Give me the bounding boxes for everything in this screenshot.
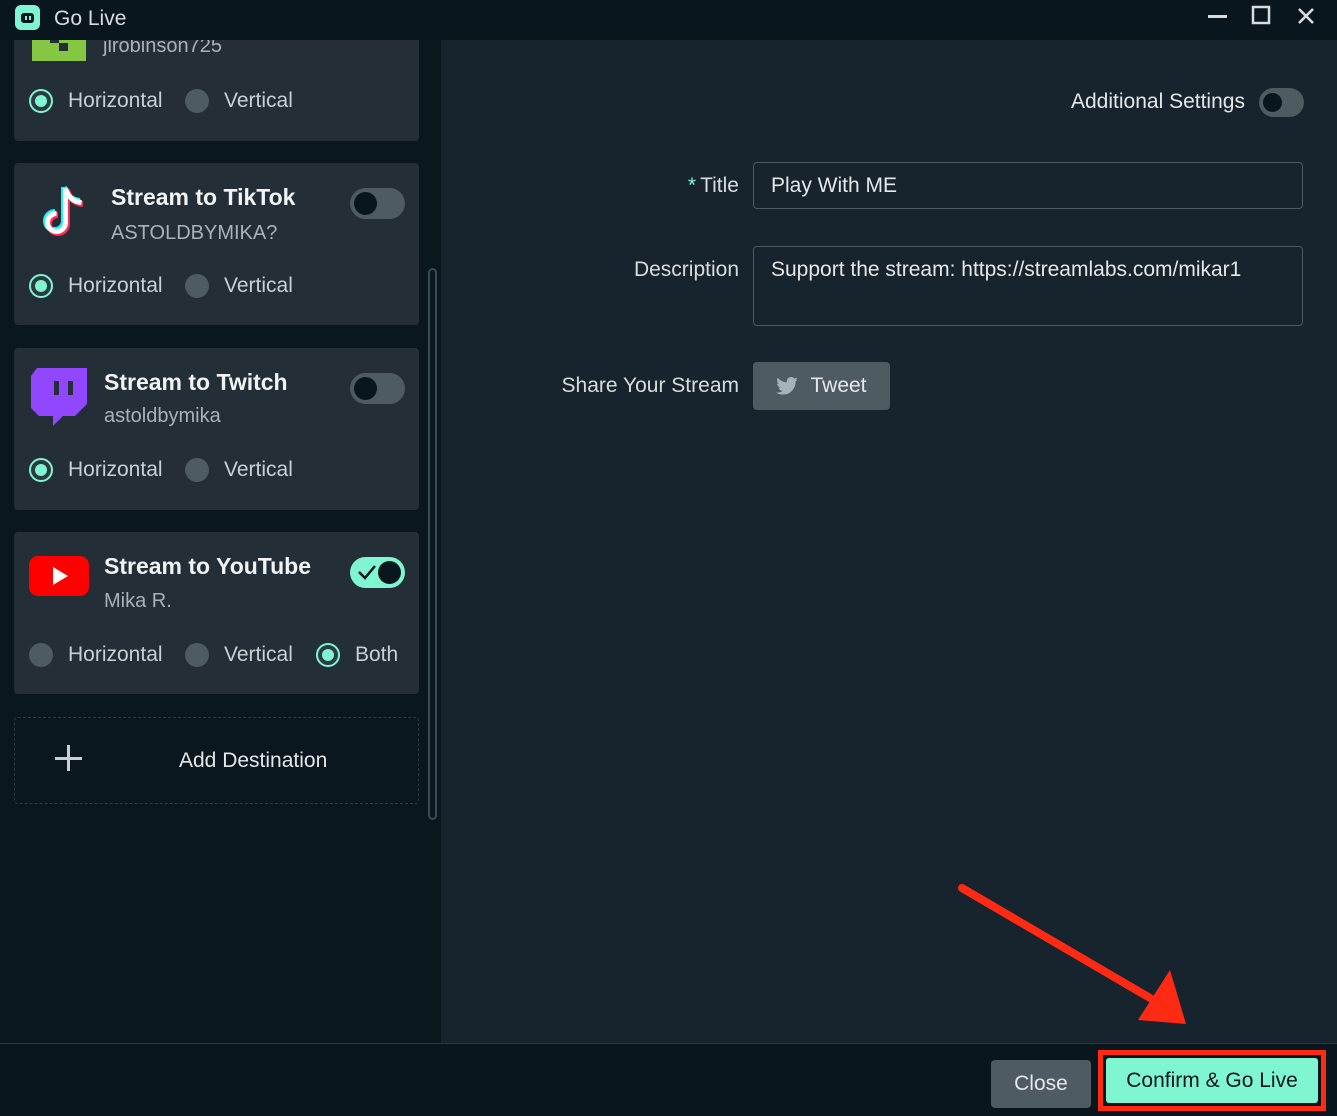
destination-card-tiktok: Stream to TikTok ASTOLDBYMIKA? Horizonta… bbox=[14, 163, 419, 325]
window-title: Go Live bbox=[54, 7, 127, 30]
layout-radio-horizontal[interactable]: Horizontal bbox=[29, 643, 163, 667]
destination-card-youtube: Stream to YouTube Mika R. Horizontal Ver… bbox=[14, 532, 419, 694]
destination-toggle-twitch[interactable] bbox=[350, 373, 405, 404]
streamlabs-logo-icon bbox=[15, 5, 40, 30]
annotation-arrow-icon bbox=[958, 884, 1186, 1024]
description-input[interactable]: Support the stream: https://streamlabs.c… bbox=[753, 246, 1303, 326]
youtube-logo-icon bbox=[29, 556, 89, 596]
tweet-button[interactable]: Tweet bbox=[753, 362, 890, 410]
layout-radio-horizontal[interactable]: Horizontal bbox=[29, 89, 163, 113]
confirm-highlight-box: Confirm & Go Live bbox=[1098, 1050, 1326, 1111]
additional-settings-toggle[interactable] bbox=[1259, 88, 1304, 117]
footer-bar: Close Confirm & Go Live bbox=[0, 1043, 1337, 1116]
add-destination-button[interactable]: Add Destination bbox=[14, 717, 419, 804]
destination-toggle-tiktok[interactable] bbox=[350, 188, 405, 219]
share-stream-label: Share Your Stream bbox=[561, 374, 739, 397]
twitter-bird-icon bbox=[776, 377, 799, 395]
destination-title: Stream to TikTok bbox=[111, 184, 296, 210]
destination-toggle-youtube[interactable] bbox=[350, 557, 405, 588]
required-marker: * bbox=[687, 174, 697, 197]
destination-username: ASTOLDBYMIKA? bbox=[111, 222, 278, 244]
minimize-icon[interactable] bbox=[1197, 3, 1237, 33]
destination-card-rumble: jlrobinson725 Horizontal Vertical bbox=[14, 40, 419, 141]
destination-title: Stream to Twitch bbox=[104, 369, 288, 395]
layout-radio-horizontal[interactable]: Horizontal bbox=[29, 274, 163, 298]
title-label: * Title bbox=[687, 174, 739, 197]
sidebar-scrollbar[interactable] bbox=[428, 268, 437, 820]
destination-username: Mika R. bbox=[104, 590, 172, 612]
close-icon[interactable] bbox=[1286, 3, 1326, 33]
layout-radio-both[interactable]: Both bbox=[316, 643, 398, 667]
close-button[interactable]: Close bbox=[991, 1060, 1091, 1108]
tiktok-logo-icon bbox=[43, 185, 84, 236]
destination-card-twitch: Stream to Twitch astoldbymika Horizontal… bbox=[14, 348, 419, 510]
destinations-sidebar[interactable]: jlrobinson725 Horizontal Vertical Stream… bbox=[0, 40, 441, 1043]
layout-radio-horizontal[interactable]: Horizontal bbox=[29, 458, 163, 482]
rumble-logo-icon bbox=[32, 40, 86, 61]
destination-title: Stream to YouTube bbox=[104, 553, 312, 579]
layout-radio-vertical[interactable]: Vertical bbox=[185, 458, 293, 482]
confirm-go-live-button[interactable]: Confirm & Go Live bbox=[1106, 1058, 1318, 1103]
checkmark-icon bbox=[358, 565, 376, 580]
destination-username: astoldbymika bbox=[104, 405, 221, 427]
add-destination-label: Add Destination bbox=[179, 749, 328, 772]
layout-radio-vertical[interactable]: Vertical bbox=[185, 89, 293, 113]
layout-radio-vertical[interactable]: Vertical bbox=[185, 643, 293, 667]
additional-settings-label: Additional Settings bbox=[1071, 90, 1245, 113]
title-bar: Go Live bbox=[0, 0, 1337, 40]
layout-radio-vertical[interactable]: Vertical bbox=[185, 274, 293, 298]
maximize-icon[interactable] bbox=[1241, 3, 1281, 33]
description-label: Description bbox=[633, 258, 739, 281]
title-input[interactable] bbox=[753, 162, 1303, 209]
twitch-logo-icon bbox=[31, 368, 87, 426]
stream-settings-panel: Additional Settings *Title Description S… bbox=[441, 40, 1337, 1043]
destination-username: jlrobinson725 bbox=[103, 40, 222, 57]
tweet-label: Tweet bbox=[810, 374, 867, 397]
